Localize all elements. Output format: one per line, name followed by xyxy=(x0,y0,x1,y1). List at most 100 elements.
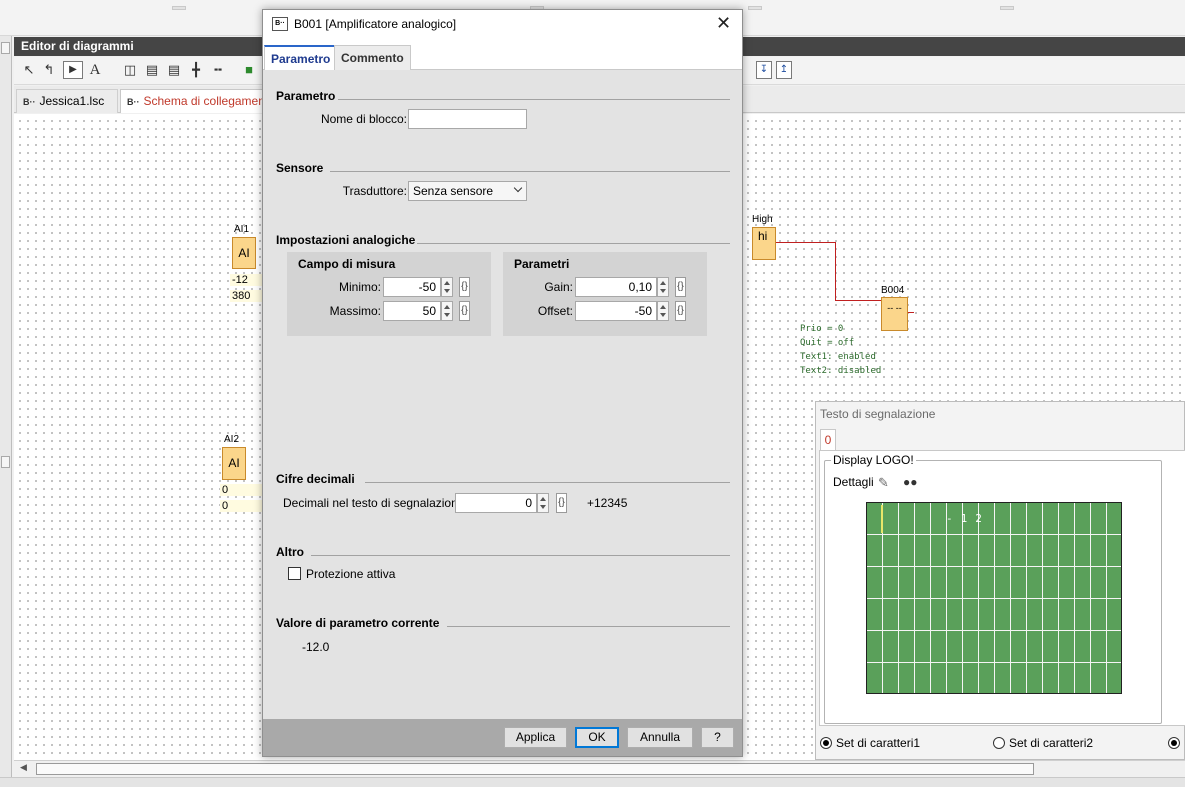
offset-spinner[interactable] xyxy=(657,301,669,321)
decimals-input[interactable] xyxy=(455,493,537,513)
max-spinner[interactable] xyxy=(441,301,453,321)
gain-input[interactable] xyxy=(575,277,657,297)
strip-stub xyxy=(172,6,186,10)
radio-dot[interactable] xyxy=(820,737,832,749)
distribute-h-icon[interactable]: ╋ xyxy=(187,61,205,79)
section-impostazioni: Impostazioni analogiche xyxy=(276,233,416,247)
protection-label: Protezione attiva xyxy=(306,567,396,581)
block-high[interactable]: hi xyxy=(752,227,776,260)
align-left-icon[interactable]: ◫ xyxy=(121,61,139,79)
block-name-input[interactable] xyxy=(408,109,527,129)
params-group-title: Parametri xyxy=(514,257,570,271)
text-tool-icon[interactable]: A xyxy=(86,61,104,79)
block-tool-icon[interactable]: ▶ xyxy=(63,61,83,79)
block-value-ai2-1: 0 xyxy=(220,500,262,512)
strip-stub xyxy=(748,6,762,10)
message-tab-0[interactable]: 0 xyxy=(820,429,836,451)
block-ai2[interactable]: AI xyxy=(222,447,246,480)
decimals-label: Decimali nel testo di segnalazione: xyxy=(283,496,468,510)
tab-label: Jessica1.lsc xyxy=(39,94,105,108)
wire[interactable] xyxy=(908,312,914,313)
block-label-ai2: AI2 xyxy=(224,434,240,445)
decimals-param-ref[interactable]: {} xyxy=(556,493,567,513)
analog-amplifier-dialog: B·· B001 [Amplificatore analogico] ✕ Par… xyxy=(262,9,743,757)
distribute-v-icon[interactable]: ╍ xyxy=(209,61,227,79)
min-spinner[interactable] xyxy=(441,277,453,297)
charset1-radio[interactable]: Set di caratteri1 xyxy=(820,736,920,750)
charset2-label: Set di caratteri2 xyxy=(1009,736,1094,750)
diagram-file-icon: B·· xyxy=(23,97,36,107)
sensor-label: Trasduttore: xyxy=(342,184,407,198)
message-panel-body: Display LOGO! Dettagli ✎ ●● -12 xyxy=(819,450,1185,726)
ok-button[interactable]: OK xyxy=(575,727,619,748)
close-icon[interactable]: ✕ xyxy=(716,13,731,33)
simulation-file-icon: B·· xyxy=(127,97,140,107)
help-button[interactable]: ? xyxy=(701,727,734,748)
radio-dot[interactable] xyxy=(1168,737,1180,749)
horizontal-scrollbar[interactable]: ◀ xyxy=(14,760,1185,777)
connect-tool-icon[interactable]: ↰ xyxy=(40,61,58,79)
gain-spinner[interactable] xyxy=(657,277,669,297)
align-top-icon[interactable]: ▤ xyxy=(165,61,183,79)
scroll-knob[interactable] xyxy=(1,42,10,54)
b004-note: Quit = off xyxy=(800,338,855,348)
current-value: -12.0 xyxy=(302,640,330,654)
message-panel-title: Testo di segnalazione xyxy=(820,407,936,421)
section-sensore: Sensore xyxy=(276,161,324,175)
users-icon[interactable]: ●● xyxy=(903,475,918,489)
section-divider xyxy=(330,171,730,172)
tab-label: Schema di collegamento xyxy=(143,94,268,108)
section-divider xyxy=(365,482,730,483)
range-group: Campo di misura Minimo: {} Massimo: {} xyxy=(287,252,491,336)
b004-note: Text1: enabled xyxy=(800,352,876,362)
charset2-radio[interactable]: Set di caratteri2 xyxy=(993,736,1093,750)
scroll-left-icon[interactable]: ◀ xyxy=(20,762,27,773)
tab-commento[interactable]: Commento xyxy=(334,45,411,70)
min-param-ref[interactable]: {} xyxy=(459,277,470,297)
tab-parametro[interactable]: Parametro xyxy=(264,45,338,70)
cancel-button[interactable]: Annulla xyxy=(627,727,693,748)
strip-stub xyxy=(1000,6,1014,10)
gain-param-ref[interactable]: {} xyxy=(675,277,686,297)
max-input[interactable] xyxy=(383,301,441,321)
decimals-spinner[interactable] xyxy=(537,493,549,513)
tab-schema-collegamento[interactable]: B·· Schema di collegamento xyxy=(120,89,268,113)
sensor-select[interactable]: Senza sensore xyxy=(408,181,527,201)
dialog-titlebar: B·· B001 [Amplificatore analogico] ✕ xyxy=(263,10,742,40)
protection-checkbox[interactable] xyxy=(288,567,301,580)
left-scrollbar[interactable] xyxy=(0,36,12,787)
move-up-icon[interactable]: ↥ xyxy=(776,61,792,79)
block-label-high: High xyxy=(752,214,773,225)
offset-input[interactable] xyxy=(575,301,657,321)
params-group: Parametri Gain: {} Offset: {} xyxy=(503,252,707,336)
b004-note: Text2: disabled xyxy=(800,366,882,376)
block-b004[interactable]: -- -- xyxy=(881,297,908,331)
block-name-label: Nome di blocco: xyxy=(320,112,407,126)
wire[interactable] xyxy=(835,300,881,301)
section-cifre: Cifre decimali xyxy=(276,472,355,486)
tab-jessica1[interactable]: B·· Jessica1.lsc xyxy=(16,89,118,113)
apply-button[interactable]: Applica xyxy=(504,727,567,748)
scroll-knob[interactable] xyxy=(1,456,10,468)
min-input[interactable] xyxy=(383,277,441,297)
section-divider xyxy=(311,555,730,556)
move-down-icon[interactable]: ↧ xyxy=(756,61,772,79)
block-ai1[interactable]: AI xyxy=(232,237,256,269)
chevron-down-icon xyxy=(513,183,523,193)
align-center-icon[interactable]: ▤ xyxy=(143,61,161,79)
lcd-screen[interactable]: -12 xyxy=(866,502,1122,694)
wire[interactable] xyxy=(776,242,836,243)
section-altro: Altro xyxy=(276,545,304,559)
scrollbar-thumb[interactable] xyxy=(36,763,1034,775)
edit-pencil-icon[interactable]: ✎ xyxy=(878,475,889,491)
lcd-group-label: Display LOGO! xyxy=(831,453,916,467)
radio-dot[interactable] xyxy=(993,737,1005,749)
max-param-ref[interactable]: {} xyxy=(459,301,470,321)
select-tool-icon[interactable]: ↖ xyxy=(20,61,38,79)
offset-param-ref[interactable]: {} xyxy=(675,301,686,321)
green-block-icon[interactable]: ■ xyxy=(240,61,258,79)
block-value-ai1-0: -12 xyxy=(230,274,264,286)
charset3-radio[interactable] xyxy=(1168,736,1184,750)
section-divider xyxy=(417,243,730,244)
wire[interactable] xyxy=(835,242,836,301)
